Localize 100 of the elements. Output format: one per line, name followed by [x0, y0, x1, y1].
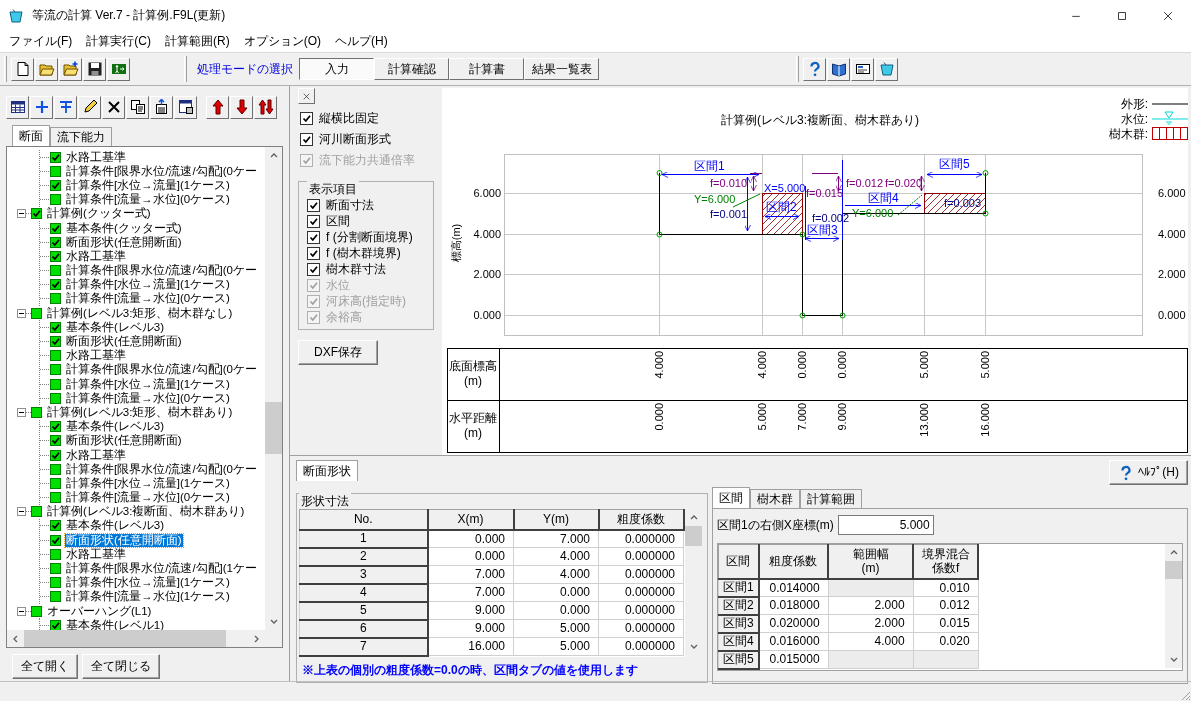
tree-item[interactable]: 計算条件[限界水位/流速/勾配](0ケー — [65, 264, 258, 278]
tree-item[interactable]: 基本条件(レベル3) — [65, 320, 166, 334]
tree-checkbox[interactable] — [50, 165, 61, 177]
tree-checkbox[interactable] — [50, 548, 61, 560]
scrollbar-thumb[interactable] — [265, 402, 282, 454]
add-button[interactable] — [30, 95, 53, 119]
collapse-icon[interactable] — [17, 308, 26, 318]
tree-checkbox[interactable] — [31, 605, 42, 617]
tree-item[interactable]: 断面形状(任意開断面) — [65, 533, 183, 547]
tree-item[interactable]: 基本条件(レベル3) — [65, 420, 166, 434]
tree-item[interactable]: 水路工基準 — [65, 150, 127, 164]
tree-checkbox[interactable] — [50, 179, 61, 191]
tree-checkbox[interactable] — [50, 321, 61, 333]
panel-tab[interactable]: 区間 — [712, 487, 750, 508]
tree-item[interactable]: 計算条件[水位→流量](1ケース) — [65, 377, 231, 391]
tree-item[interactable]: 計算条件[流量→水位](0ケース) — [65, 391, 231, 405]
x-coordinate-field[interactable]: 5.000 — [837, 515, 934, 535]
tree-item[interactable]: 計算条件[水位→流量](1ケース) — [65, 576, 231, 590]
app-button[interactable] — [875, 57, 898, 81]
panel-tab[interactable]: 断面 — [12, 125, 50, 146]
tree-checkbox[interactable] — [50, 421, 61, 433]
tree-item[interactable]: 計算条件[限界水位/流速/勾配](0ケー — [65, 164, 258, 178]
tree-item[interactable]: 断面形状(任意開断面) — [65, 235, 183, 249]
mode-tab[interactable]: 入力 — [299, 58, 374, 80]
tree-item[interactable]: 計算条件[限界水位/流速/勾配](1ケー — [65, 562, 258, 576]
edit-button[interactable] — [78, 95, 101, 119]
tree-checkbox[interactable] — [50, 577, 61, 589]
tree-checkbox[interactable] — [50, 449, 61, 461]
swap-button[interactable] — [254, 95, 277, 119]
tree-checkbox[interactable] — [50, 364, 61, 376]
table-button[interactable] — [6, 95, 29, 119]
tree-checkbox[interactable] — [31, 506, 42, 518]
tree-checkbox[interactable] — [50, 194, 61, 206]
tree-item[interactable]: 計算条件[流量→水位](0ケース) — [65, 292, 231, 306]
tree-item[interactable]: 計算条件[水位→流量](1ケース) — [65, 178, 231, 192]
help-button[interactable] — [803, 57, 826, 81]
tree-item[interactable]: 計算条件[限界水位/流速/勾配](0ケー — [65, 462, 258, 476]
tree-item[interactable]: 基本条件(クッター式) — [65, 221, 183, 235]
new-file-button[interactable] — [11, 57, 34, 81]
paste-button[interactable] — [150, 95, 173, 119]
tree-button[interactable]: 全て開く — [12, 654, 78, 679]
delete-button[interactable] — [102, 95, 125, 119]
tree-item[interactable]: 計算条件[水位→流量](1ケース) — [65, 476, 231, 490]
checkbox[interactable] — [300, 112, 313, 125]
checkbox[interactable] — [300, 133, 313, 146]
collapse-icon[interactable] — [17, 606, 26, 616]
checkbox[interactable] — [307, 262, 320, 276]
panel-tab[interactable]: 計算範囲 — [800, 489, 862, 508]
tree-item[interactable]: 計算条件[流量→水位](0ケース) — [65, 193, 231, 207]
mode-tab[interactable]: 計算確認 — [374, 58, 449, 80]
help-button[interactable]: ﾍﾙﾌﾟ(H) — [1109, 460, 1188, 485]
tree-item[interactable]: 計算条件[限界水位/流速/勾配](0ケー — [65, 363, 258, 377]
tree-checkbox[interactable] — [31, 307, 42, 319]
scrollbar-thumb[interactable] — [24, 630, 226, 647]
move-up-button[interactable] — [206, 95, 229, 119]
view-button[interactable] — [174, 95, 197, 119]
tree-checkbox[interactable] — [50, 378, 61, 390]
collapse-icon[interactable] — [17, 507, 26, 517]
tree-checkbox[interactable] — [50, 477, 61, 489]
tree-checkbox[interactable] — [31, 406, 42, 418]
tree-item[interactable]: 断面形状(任意開断面) — [65, 335, 183, 349]
tree-item[interactable]: 計算条件[流量→水位](1ケース) — [65, 590, 231, 604]
resize-grip[interactable] — [1179, 689, 1191, 701]
menu-item[interactable]: ファイル(F) — [2, 31, 80, 52]
menu-item[interactable]: ヘルプ(H) — [328, 31, 395, 52]
tree-item[interactable]: 計算例(レベル3:複断面、樹木群あり) — [46, 505, 246, 519]
tree-item[interactable]: 水路工基準 — [65, 249, 127, 263]
tree-item[interactable]: 計算例(レベル3:矩形、樹木群なし) — [46, 306, 234, 320]
tree-checkbox[interactable] — [50, 520, 61, 532]
tree-checkbox[interactable] — [50, 392, 61, 404]
tree-item[interactable]: 水路工基準 — [65, 448, 127, 462]
tree-checkbox[interactable] — [50, 591, 61, 603]
collapse-icon[interactable] — [17, 209, 26, 219]
panel-tab[interactable]: 流下能力 — [50, 127, 112, 146]
tree-checkbox[interactable] — [50, 265, 61, 277]
tree-item[interactable]: 水路工基準 — [65, 547, 127, 561]
tree-checkbox[interactable] — [50, 222, 61, 234]
open-button[interactable] — [35, 57, 58, 81]
tree-checkbox[interactable] — [50, 236, 61, 248]
checkbox[interactable] — [307, 198, 320, 212]
checkbox[interactable] — [307, 230, 320, 244]
copy-button[interactable] — [126, 95, 149, 119]
dxf-save-button[interactable]: DXF保存 — [298, 340, 378, 365]
tree-item[interactable]: 計算条件[水位→流量](1ケース) — [65, 278, 231, 292]
checkbox[interactable] — [307, 246, 320, 260]
tree-checkbox[interactable] — [50, 463, 61, 475]
menu-item[interactable]: 計算実行(C) — [79, 31, 158, 52]
tree-item[interactable]: オーバーハング(L1) — [46, 604, 153, 618]
close-button[interactable] — [298, 88, 315, 104]
tree-checkbox[interactable] — [50, 435, 61, 447]
open-add-button[interactable] — [59, 57, 82, 81]
menu-item[interactable]: オプション(O) — [236, 31, 328, 52]
tree-item[interactable]: 計算例(レベル3:矩形、樹木群あり) — [46, 405, 234, 419]
tree-checkbox[interactable] — [50, 492, 61, 504]
tree-item[interactable]: 断面形状(任意開断面) — [65, 434, 183, 448]
checkbox[interactable] — [307, 214, 320, 228]
exit-button[interactable] — [107, 57, 130, 81]
collapse-icon[interactable] — [17, 407, 26, 417]
tree-checkbox[interactable] — [50, 279, 61, 291]
insert-button[interactable] — [54, 95, 77, 119]
